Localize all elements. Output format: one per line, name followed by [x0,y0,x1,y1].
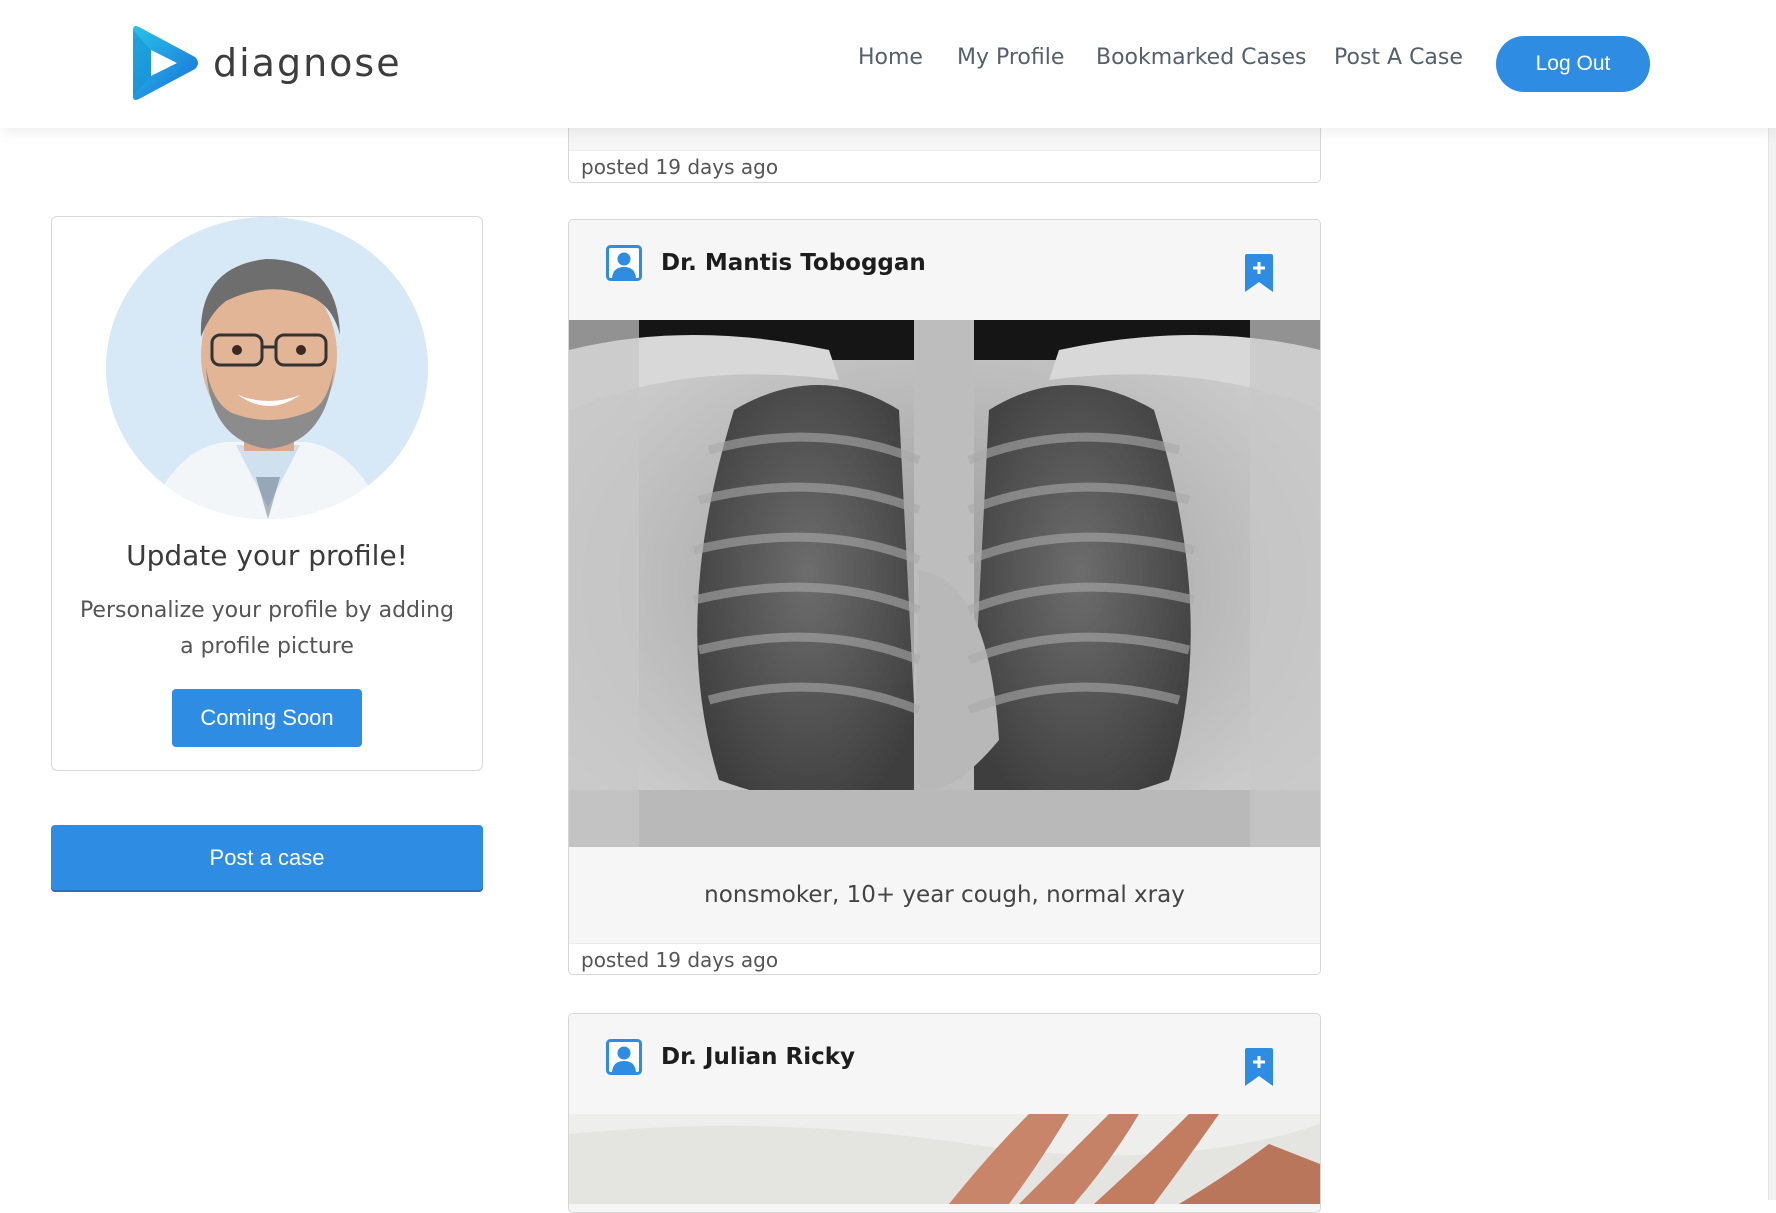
post-case-button[interactable]: Post a case [51,825,483,890]
avatar [106,217,428,519]
nav-bookmarked-cases[interactable]: Bookmarked Cases [1096,45,1306,70]
bookmark-plus-icon[interactable] [1245,1048,1273,1086]
case-caption: nonsmoker, 10+ year cough, normal xray [569,847,1320,943]
coming-soon-button[interactable]: Coming Soon [172,689,362,747]
logout-button[interactable]: Log Out [1496,36,1650,92]
bookmark-plus-icon[interactable] [1245,254,1273,292]
doctor-portrait [106,217,428,519]
hand-photo [569,1114,1320,1204]
profile-description: Personalize your profile by adding a pro… [79,598,455,659]
chest-xray [569,320,1320,847]
nav-post-a-case[interactable]: Post A Case [1334,45,1463,70]
card-header: Dr. Mantis Toboggan [569,220,1320,320]
user-profile-icon [606,1039,642,1075]
profile-card: Update your profile! Personalize your pr… [51,216,483,771]
page: diagnose Home My Profile Bookmarked Case… [0,0,1776,1213]
doctor-name[interactable]: Dr. Mantis Toboggan [661,250,926,276]
card-header: Dr. Julian Ricky [569,1014,1320,1114]
case-card: Dr. Julian Ricky [568,1013,1321,1213]
navbar: diagnose Home My Profile Bookmarked Case… [0,0,1776,128]
case-photo[interactable] [569,1114,1320,1204]
profile-title: Update your profile! [126,539,408,572]
posted-time: posted 19 days ago [569,150,1320,182]
nav-home[interactable]: Home [858,45,923,70]
scrollbar[interactable] [1768,0,1776,1200]
nav-my-profile[interactable]: My Profile [957,45,1064,70]
posted-time: posted 19 days ago [569,943,1320,974]
user-profile-icon [606,245,642,281]
doctor-name[interactable]: Dr. Julian Ricky [661,1044,855,1070]
xray-image[interactable] [569,320,1320,847]
case-card: Dr. Mantis Toboggan nonsmoker, 10+ year … [568,219,1321,975]
